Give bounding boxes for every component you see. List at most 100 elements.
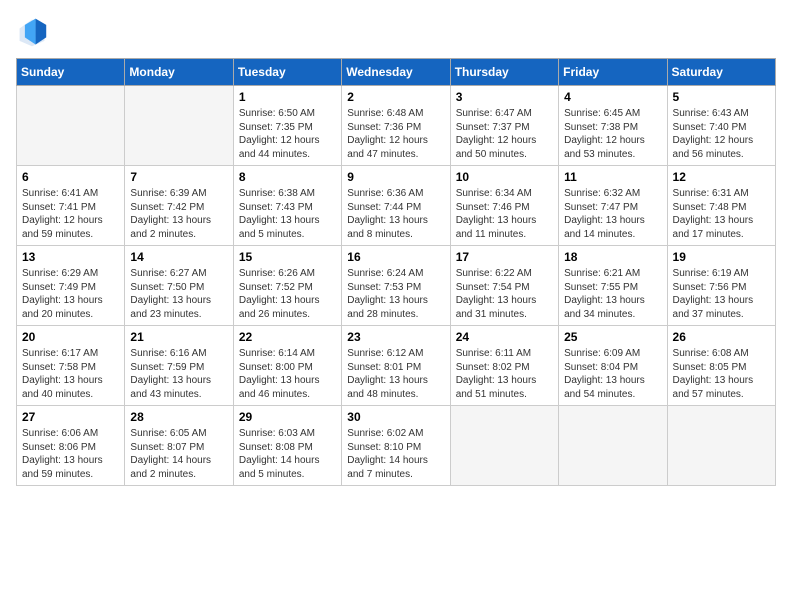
logo-icon	[16, 16, 48, 48]
day-info: Sunrise: 6:48 AMSunset: 7:36 PMDaylight:…	[347, 107, 444, 161]
day-info: Sunrise: 6:39 AMSunset: 7:42 PMDaylight:…	[130, 187, 227, 241]
day-number: 5	[673, 90, 770, 104]
day-cell-29: 29 Sunrise: 6:03 AMSunset: 8:08 PMDayligh…	[233, 406, 341, 486]
day-info: Sunrise: 6:16 AMSunset: 7:59 PMDaylight:…	[130, 347, 227, 401]
empty-cell	[559, 406, 667, 486]
day-number: 24	[456, 330, 553, 344]
empty-cell	[667, 406, 775, 486]
day-number: 7	[130, 170, 227, 184]
day-cell-19: 19 Sunrise: 6:19 AMSunset: 7:56 PMDayligh…	[667, 246, 775, 326]
day-cell-27: 27 Sunrise: 6:06 AMSunset: 8:06 PMDayligh…	[17, 406, 125, 486]
week-row-4: 20 Sunrise: 6:17 AMSunset: 7:58 PMDayligh…	[17, 326, 776, 406]
day-info: Sunrise: 6:38 AMSunset: 7:43 PMDaylight:…	[239, 187, 336, 241]
day-info: Sunrise: 6:08 AMSunset: 8:05 PMDaylight:…	[673, 347, 770, 401]
day-cell-9: 9 Sunrise: 6:36 AMSunset: 7:44 PMDaylight…	[342, 166, 450, 246]
day-number: 28	[130, 410, 227, 424]
day-cell-2: 2 Sunrise: 6:48 AMSunset: 7:36 PMDaylight…	[342, 86, 450, 166]
day-header-friday: Friday	[559, 59, 667, 86]
day-number: 13	[22, 250, 119, 264]
day-number: 14	[130, 250, 227, 264]
day-cell-22: 22 Sunrise: 6:14 AMSunset: 8:00 PMDayligh…	[233, 326, 341, 406]
day-number: 19	[673, 250, 770, 264]
day-header-thursday: Thursday	[450, 59, 558, 86]
day-info: Sunrise: 6:22 AMSunset: 7:54 PMDaylight:…	[456, 267, 553, 321]
day-number: 3	[456, 90, 553, 104]
day-cell-12: 12 Sunrise: 6:31 AMSunset: 7:48 PMDayligh…	[667, 166, 775, 246]
day-info: Sunrise: 6:03 AMSunset: 8:08 PMDaylight:…	[239, 427, 336, 481]
day-number: 23	[347, 330, 444, 344]
day-number: 30	[347, 410, 444, 424]
week-row-2: 6 Sunrise: 6:41 AMSunset: 7:41 PMDaylight…	[17, 166, 776, 246]
day-cell-4: 4 Sunrise: 6:45 AMSunset: 7:38 PMDaylight…	[559, 86, 667, 166]
day-cell-23: 23 Sunrise: 6:12 AMSunset: 8:01 PMDayligh…	[342, 326, 450, 406]
day-info: Sunrise: 6:19 AMSunset: 7:56 PMDaylight:…	[673, 267, 770, 321]
day-number: 15	[239, 250, 336, 264]
day-cell-24: 24 Sunrise: 6:11 AMSunset: 8:02 PMDayligh…	[450, 326, 558, 406]
day-header-sunday: Sunday	[17, 59, 125, 86]
day-info: Sunrise: 6:11 AMSunset: 8:02 PMDaylight:…	[456, 347, 553, 401]
day-number: 6	[22, 170, 119, 184]
day-info: Sunrise: 6:02 AMSunset: 8:10 PMDaylight:…	[347, 427, 444, 481]
day-info: Sunrise: 6:34 AMSunset: 7:46 PMDaylight:…	[456, 187, 553, 241]
day-cell-6: 6 Sunrise: 6:41 AMSunset: 7:41 PMDaylight…	[17, 166, 125, 246]
day-number: 9	[347, 170, 444, 184]
day-info: Sunrise: 6:45 AMSunset: 7:38 PMDaylight:…	[564, 107, 661, 161]
day-info: Sunrise: 6:06 AMSunset: 8:06 PMDaylight:…	[22, 427, 119, 481]
day-cell-11: 11 Sunrise: 6:32 AMSunset: 7:47 PMDayligh…	[559, 166, 667, 246]
day-info: Sunrise: 6:24 AMSunset: 7:53 PMDaylight:…	[347, 267, 444, 321]
day-info: Sunrise: 6:12 AMSunset: 8:01 PMDaylight:…	[347, 347, 444, 401]
empty-cell	[125, 86, 233, 166]
day-cell-18: 18Sunrise: 6:21 AMSunset: 7:55 PMDayligh…	[559, 246, 667, 326]
day-number: 10	[456, 170, 553, 184]
day-info: Sunrise: 6:36 AMSunset: 7:44 PMDaylight:…	[347, 187, 444, 241]
day-info: Sunrise: 6:27 AMSunset: 7:50 PMDaylight:…	[130, 267, 227, 321]
day-number: 22	[239, 330, 336, 344]
day-number: 16	[347, 250, 444, 264]
day-number: 2	[347, 90, 444, 104]
week-row-3: 13 Sunrise: 6:29 AMSunset: 7:49 PMDayligh…	[17, 246, 776, 326]
day-number: 29	[239, 410, 336, 424]
day-number: 12	[673, 170, 770, 184]
day-cell-3: 3 Sunrise: 6:47 AMSunset: 7:37 PMDaylight…	[450, 86, 558, 166]
day-cell-30: 30 Sunrise: 6:02 AMSunset: 8:10 PMDayligh…	[342, 406, 450, 486]
day-number: 25	[564, 330, 661, 344]
day-info: Sunrise: 6:29 AMSunset: 7:49 PMDaylight:…	[22, 267, 119, 321]
day-info: Sunrise: 6:43 AMSunset: 7:40 PMDaylight:…	[673, 107, 770, 161]
day-cell-10: 10 Sunrise: 6:34 AMSunset: 7:46 PMDayligh…	[450, 166, 558, 246]
day-info: Sunrise: 6:32 AMSunset: 7:47 PMDaylight:…	[564, 187, 661, 241]
day-info: Sunrise: 6:47 AMSunset: 7:37 PMDaylight:…	[456, 107, 553, 161]
day-number: 8	[239, 170, 336, 184]
day-cell-25: 25Sunrise: 6:09 AMSunset: 8:04 PMDayligh…	[559, 326, 667, 406]
logo	[16, 16, 52, 48]
day-cell-8: 8 Sunrise: 6:38 AMSunset: 7:43 PMDaylight…	[233, 166, 341, 246]
day-info: Sunrise: 6:17 AMSunset: 7:58 PMDaylight:…	[22, 347, 119, 401]
day-cell-20: 20 Sunrise: 6:17 AMSunset: 7:58 PMDayligh…	[17, 326, 125, 406]
day-info: Sunrise: 6:31 AMSunset: 7:48 PMDaylight:…	[673, 187, 770, 241]
day-cell-26: 26Sunrise: 6:08 AMSunset: 8:05 PMDayligh…	[667, 326, 775, 406]
day-number: 20	[22, 330, 119, 344]
days-header-row: SundayMondayTuesdayWednesdayThursdayFrid…	[17, 59, 776, 86]
day-cell-5: 5 Sunrise: 6:43 AMSunset: 7:40 PMDaylight…	[667, 86, 775, 166]
day-number: 27	[22, 410, 119, 424]
day-number: 4	[564, 90, 661, 104]
day-header-saturday: Saturday	[667, 59, 775, 86]
week-row-5: 27 Sunrise: 6:06 AMSunset: 8:06 PMDayligh…	[17, 406, 776, 486]
day-number: 11	[564, 170, 661, 184]
day-info: Sunrise: 6:26 AMSunset: 7:52 PMDaylight:…	[239, 267, 336, 321]
day-info: Sunrise: 6:41 AMSunset: 7:41 PMDaylight:…	[22, 187, 119, 241]
page-header	[16, 16, 776, 48]
day-cell-15: 15 Sunrise: 6:26 AMSunset: 7:52 PMDayligh…	[233, 246, 341, 326]
day-cell-14: 14 Sunrise: 6:27 AMSunset: 7:50 PMDayligh…	[125, 246, 233, 326]
day-header-wednesday: Wednesday	[342, 59, 450, 86]
day-cell-17: 17Sunrise: 6:22 AMSunset: 7:54 PMDayligh…	[450, 246, 558, 326]
day-cell-21: 21 Sunrise: 6:16 AMSunset: 7:59 PMDayligh…	[125, 326, 233, 406]
day-header-monday: Monday	[125, 59, 233, 86]
day-cell-1: 1Sunrise: 6:50 AMSunset: 7:35 PMDaylight…	[233, 86, 341, 166]
day-info: Sunrise: 6:05 AMSunset: 8:07 PMDaylight:…	[130, 427, 227, 481]
day-number: 21	[130, 330, 227, 344]
day-info: Sunrise: 6:14 AMSunset: 8:00 PMDaylight:…	[239, 347, 336, 401]
day-cell-28: 28 Sunrise: 6:05 AMSunset: 8:07 PMDayligh…	[125, 406, 233, 486]
week-row-1: 1Sunrise: 6:50 AMSunset: 7:35 PMDaylight…	[17, 86, 776, 166]
empty-cell	[450, 406, 558, 486]
day-header-tuesday: Tuesday	[233, 59, 341, 86]
